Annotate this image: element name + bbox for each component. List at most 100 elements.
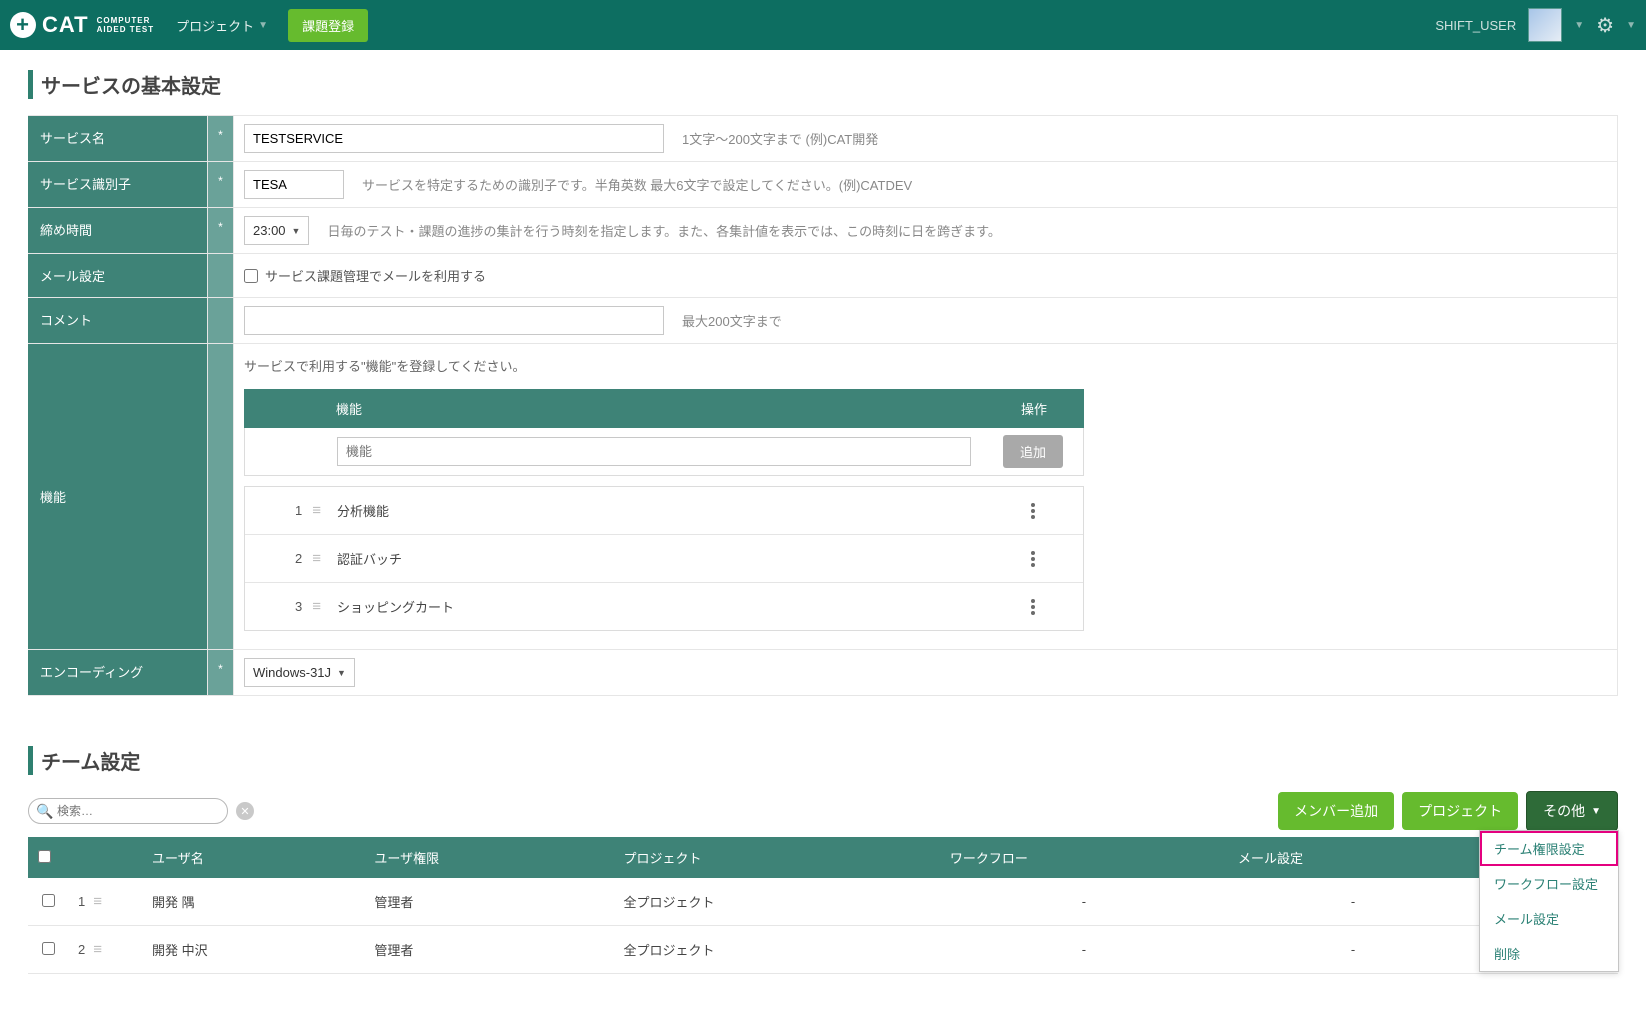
cell-username: 開発 中沢 (142, 926, 364, 974)
hint-deadline: 日毎のテスト・課題の進捗の集計を行う時刻を指定します。また、各集計値を表示では、… (327, 221, 1000, 240)
req-blank (208, 344, 234, 649)
encoding-select[interactable]: Windows-31J (244, 658, 355, 687)
mail-checkbox[interactable]: サービス課題管理でメールを利用する (244, 266, 486, 285)
section-title-team: チーム設定 (28, 746, 1618, 775)
cell-username: 開発 隅 (142, 878, 364, 926)
label-encoding: エンコーディング (28, 650, 208, 695)
chevron-down-icon: ▼ (258, 20, 268, 31)
dropdown-mail[interactable]: メール設定 (1480, 901, 1618, 936)
feature-name: 認証バッチ (325, 535, 983, 582)
comment-input[interactable] (244, 306, 664, 335)
user-area: SHIFT_USER ▼ ⚙ ▼ (1435, 8, 1636, 42)
other-dropdown-button[interactable]: その他 ▼ チーム権限設定 ワークフロー設定 メール設定 削除 (1526, 791, 1618, 831)
nav-project-dropdown[interactable]: プロジェクト▼ (176, 16, 268, 35)
hint-service-name: 1文字～200文字まで (例)CAT開発 (682, 129, 878, 148)
req-mark: * (208, 650, 234, 695)
search-input[interactable] (28, 798, 228, 824)
label-deadline: 締め時間 (28, 208, 208, 253)
logo-plus-icon: + (10, 12, 36, 38)
label-service-id: サービス識別子 (28, 162, 208, 207)
col-role: ユーザ権限 (364, 837, 613, 878)
chevron-down-icon: ▼ (1591, 806, 1601, 817)
cell-workflow: - (940, 926, 1228, 974)
team-row: 1≡開発 隅管理者全プロジェクト-- (28, 878, 1618, 926)
dropdown-workflow[interactable]: ワークフロー設定 (1480, 866, 1618, 901)
col-mail: メール設定 (1228, 837, 1478, 878)
label-comment: コメント (28, 298, 208, 343)
feature-name: ショッピングカート (325, 583, 983, 630)
drag-handle-icon[interactable]: ≡ (93, 941, 100, 958)
username-label: SHIFT_USER (1435, 18, 1516, 33)
row-index: 2 (78, 942, 85, 957)
label-mail: メール設定 (28, 254, 208, 297)
team-table: ユーザ名 ユーザ権限 プロジェクト ワークフロー メール設定 1 ≡ 開発 隅管理者… (28, 837, 1618, 974)
drag-handle-icon[interactable]: ≡ (312, 502, 319, 519)
top-bar: + CAT COMPUTER AIDED TEST プロジェクト▼ 課題登録 S… (0, 0, 1646, 50)
clear-search-icon[interactable]: ✕ (236, 802, 254, 820)
logo-text-sub: COMPUTER AIDED TEST (97, 16, 155, 34)
req-mark: * (208, 162, 234, 207)
cell-project: 全プロジェクト (613, 878, 939, 926)
col-workflow: ワークフロー (940, 837, 1228, 878)
drag-handle-icon[interactable]: ≡ (312, 598, 319, 615)
dropdown-team-permission[interactable]: チーム権限設定 (1480, 831, 1618, 866)
col-username: ユーザ名 (142, 837, 364, 878)
cell-role: 管理者 (364, 926, 613, 974)
feature-table-header: 機能 操作 (244, 389, 1084, 428)
cell-project: 全プロジェクト (613, 926, 939, 974)
more-actions-icon[interactable] (1031, 551, 1035, 567)
feature-name-input[interactable] (337, 437, 971, 466)
feature-list: 1≡分析機能2≡認証バッチ3≡ショッピングカート (244, 486, 1084, 631)
drag-handle-icon[interactable]: ≡ (312, 550, 319, 567)
basic-form: サービス名 * 1文字～200文字まで (例)CAT開発 サービス識別子 * サ… (28, 115, 1618, 696)
cell-mail: - (1228, 926, 1478, 974)
cell-workflow: - (940, 878, 1228, 926)
user-chevron-down-icon[interactable]: ▼ (1574, 20, 1584, 31)
feature-index: 1 (295, 503, 302, 518)
feature-name: 分析機能 (325, 487, 983, 534)
req-blank (208, 298, 234, 343)
avatar[interactable] (1528, 8, 1562, 42)
logo-text-main: CAT (42, 12, 89, 38)
gear-icon[interactable]: ⚙ (1596, 13, 1614, 38)
service-name-input[interactable] (244, 124, 664, 153)
drag-handle-icon[interactable]: ≡ (93, 893, 100, 910)
feature-row: 1 ≡ 分析機能 (245, 487, 1083, 535)
hint-comment: 最大200文字まで (682, 311, 782, 330)
other-dropdown-menu: チーム権限設定 ワークフロー設定 メール設定 削除 (1479, 830, 1619, 972)
project-button[interactable]: プロジェクト (1402, 792, 1518, 830)
feature-add-button[interactable]: 追加 (1003, 435, 1063, 468)
dropdown-delete[interactable]: 削除 (1480, 936, 1618, 971)
req-blank (208, 254, 234, 297)
search-box: 🔍 (28, 798, 228, 824)
mail-checkbox-input[interactable] (244, 269, 258, 283)
logo[interactable]: + CAT COMPUTER AIDED TEST (10, 12, 154, 38)
more-actions-icon[interactable] (1031, 503, 1035, 519)
issue-register-button[interactable]: 課題登録 (288, 9, 368, 42)
feature-row: 2 ≡ 認証バッチ (245, 535, 1083, 583)
row-checkbox[interactable] (42, 942, 55, 955)
more-actions-icon[interactable] (1031, 599, 1035, 615)
deadline-select[interactable]: 23:00 (244, 216, 309, 245)
cell-mail: - (1228, 878, 1478, 926)
feature-index: 2 (295, 551, 302, 566)
feature-add-row: 追加 (244, 428, 1084, 476)
team-toolbar: 🔍 ✕ メンバー追加 プロジェクト その他 ▼ チーム権限設定 ワークフロー設定… (28, 791, 1618, 831)
team-row: 2≡開発 中沢管理者全プロジェクト-- (28, 926, 1618, 974)
cell-role: 管理者 (364, 878, 613, 926)
team-header-row: ユーザ名 ユーザ権限 プロジェクト ワークフロー メール設定 (28, 837, 1618, 878)
hint-service-id: サービスを特定するための識別子です。半角英数 最大6文字で設定してください。(例… (362, 175, 912, 194)
row-index: 1 (78, 894, 85, 909)
label-service-name: サービス名 (28, 116, 208, 161)
feature-intro: サービスで利用する"機能"を登録してください。 (244, 356, 525, 375)
select-all-checkbox[interactable] (38, 850, 51, 863)
search-icon: 🔍 (36, 803, 53, 820)
req-mark: * (208, 208, 234, 253)
add-member-button[interactable]: メンバー追加 (1278, 792, 1394, 830)
gear-chevron-down-icon[interactable]: ▼ (1626, 20, 1636, 31)
req-mark: * (208, 116, 234, 161)
section-title-basic: サービスの基本設定 (28, 70, 1618, 99)
row-checkbox[interactable] (42, 894, 55, 907)
col-project: プロジェクト (613, 837, 939, 878)
service-id-input[interactable] (244, 170, 344, 199)
